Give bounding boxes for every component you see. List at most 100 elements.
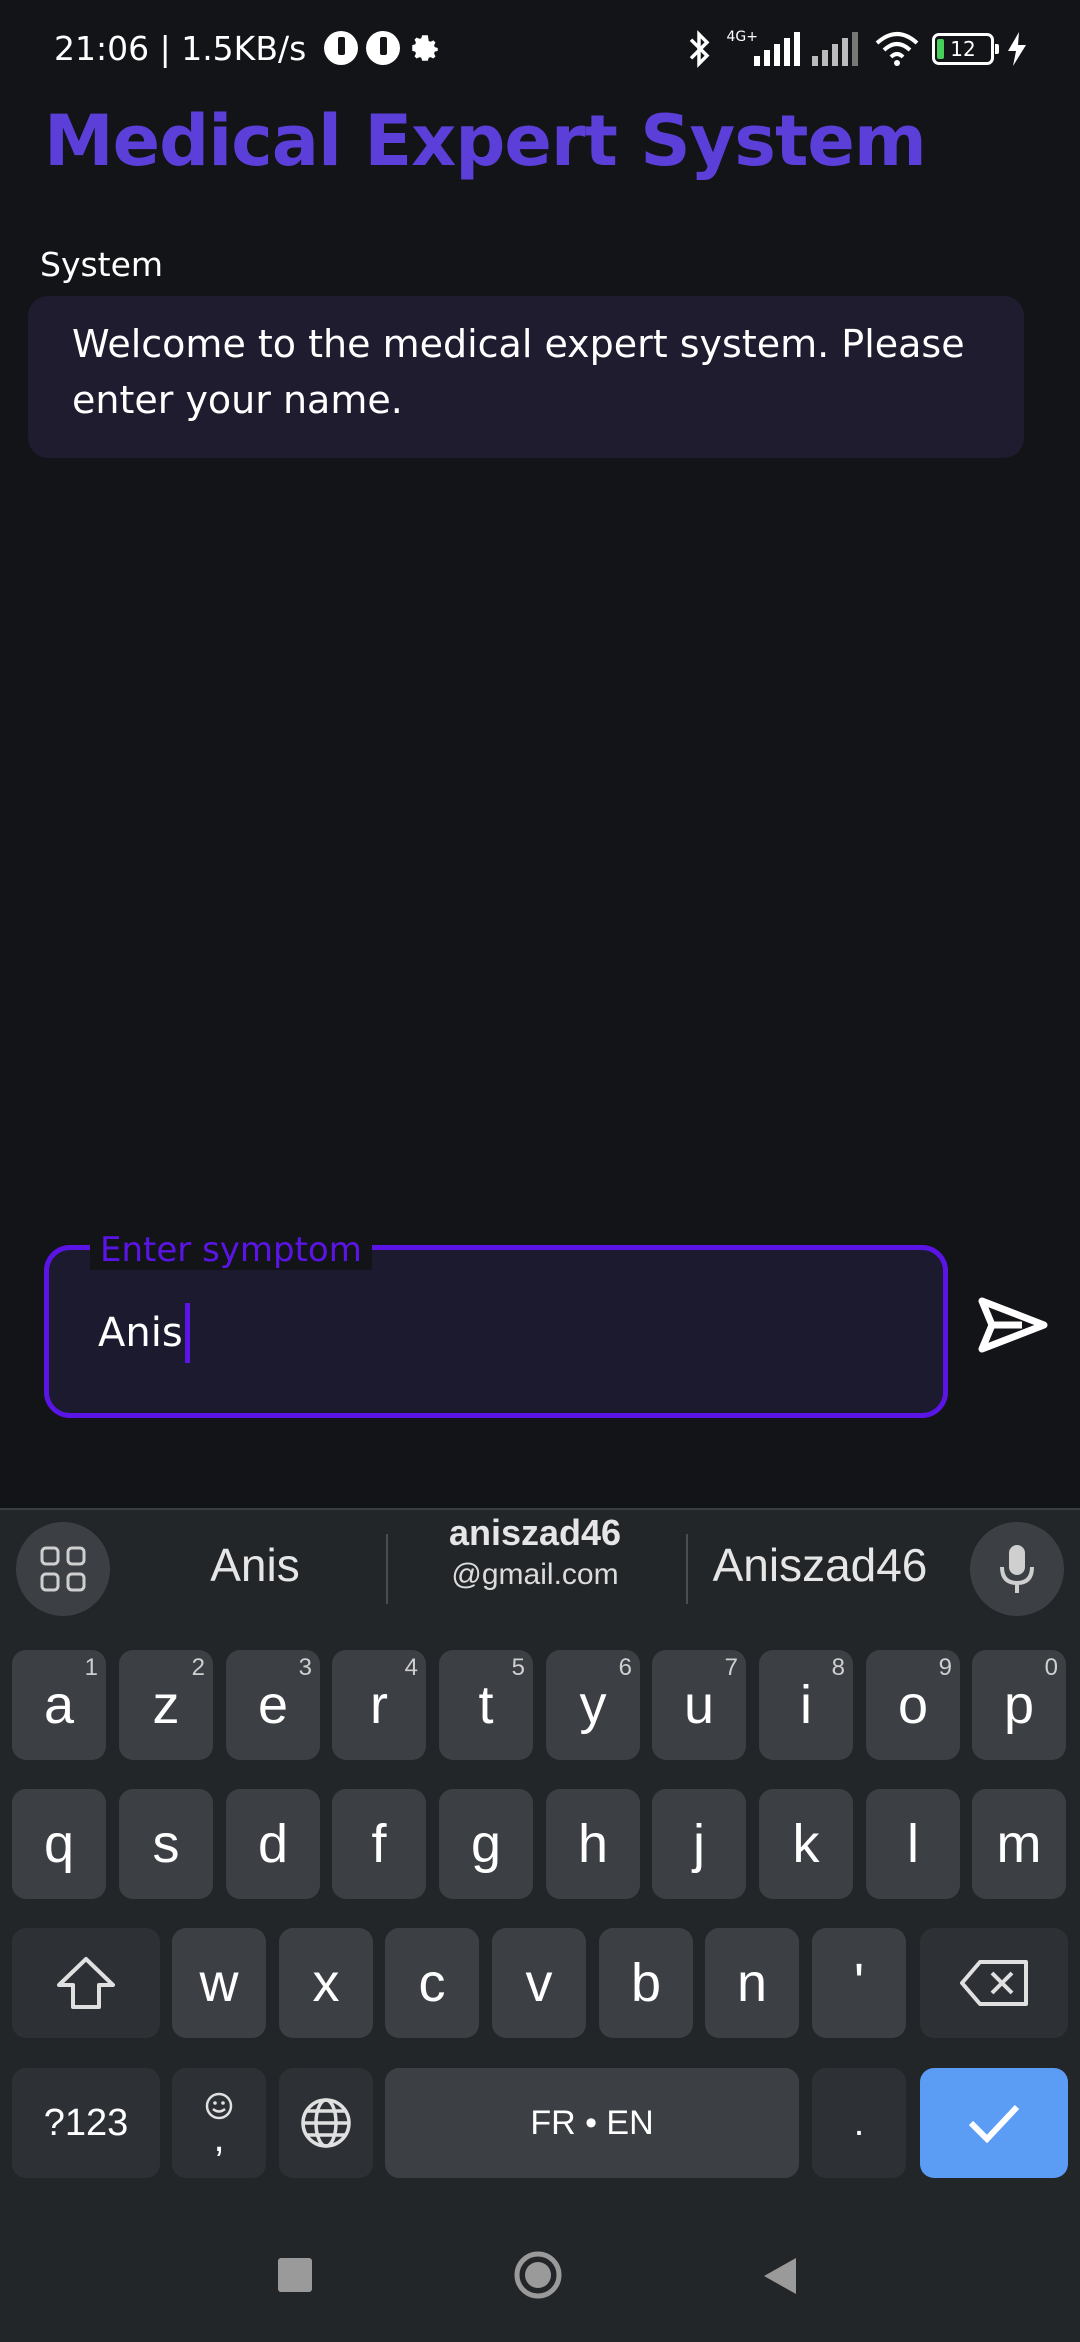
text-caret [184, 1303, 190, 1363]
key-u-label: u [683, 1675, 715, 1735]
key-i-label: i [800, 1675, 812, 1735]
key-j-label: j [693, 1814, 705, 1874]
key-k-label: k [792, 1814, 820, 1874]
signal-strength-icon-2 [812, 32, 858, 66]
key-hint-number: 9 [938, 1654, 952, 1681]
keyboard-apps-button[interactable] [16, 1522, 110, 1616]
key-v[interactable]: v [492, 1928, 586, 2038]
shift-key[interactable] [12, 1928, 160, 2038]
battery-icon: 12 [932, 33, 999, 65]
key-h-label: h [577, 1814, 609, 1874]
emoji-comma-key[interactable]: , [172, 2068, 266, 2178]
key-w[interactable]: w [172, 1928, 266, 2038]
key-l-label: l [907, 1814, 919, 1874]
voice-input-button[interactable] [970, 1522, 1064, 1616]
suggestion-divider [686, 1534, 688, 1604]
settings-gear-icon [412, 35, 439, 61]
suggestion-divider [386, 1534, 388, 1604]
period-key-label: . [853, 2101, 865, 2144]
suggestion-3[interactable]: Aniszad46 [690, 1538, 950, 1592]
charging-bolt-icon [1008, 32, 1026, 66]
message-text: Welcome to the medical expert system. Pl… [72, 322, 965, 422]
key-s[interactable]: s [119, 1789, 213, 1899]
status-right: 4G+ 12 [683, 24, 1029, 74]
key-r[interactable]: r4 [332, 1650, 426, 1760]
key-d-label: d [257, 1814, 289, 1874]
key-n-label: n [736, 1953, 768, 2013]
send-icon [978, 1297, 1048, 1353]
back-button[interactable] [760, 2254, 800, 2298]
comma-label: , [213, 2116, 225, 2160]
app-notification-icon [324, 31, 359, 65]
home-button[interactable] [513, 2250, 563, 2300]
symbols-key-label: ?123 [43, 2101, 129, 2144]
symptom-input-value[interactable]: Anis [98, 1303, 190, 1363]
grid-icon [40, 1546, 86, 1592]
key-j[interactable]: j [652, 1789, 746, 1899]
backspace-key[interactable] [920, 1928, 1068, 2038]
symbols-key[interactable]: ?123 [12, 2068, 160, 2178]
status-left: 21:06 | 1.5KB/s [54, 22, 442, 74]
send-button[interactable] [972, 1288, 1054, 1362]
symptom-input-text: Anis [98, 1310, 183, 1356]
key-e-label: e [257, 1675, 289, 1735]
key-hint-number: 1 [84, 1654, 98, 1681]
key-f[interactable]: f [332, 1789, 426, 1899]
key-y-label: y [579, 1675, 607, 1735]
key-g-label: g [470, 1814, 502, 1874]
symptom-input-label: Enter symptom [90, 1230, 372, 1270]
key-k[interactable]: k [759, 1789, 853, 1899]
suggestion-1[interactable]: Anis [140, 1538, 370, 1592]
key-t[interactable]: t5 [439, 1650, 533, 1760]
signal-strength-icon [754, 32, 800, 66]
key-x-label: x [312, 1953, 340, 2013]
checkmark-icon [968, 2104, 1020, 2143]
key-g[interactable]: g [439, 1789, 533, 1899]
key-n[interactable]: n [705, 1928, 799, 2038]
key-u[interactable]: u7 [652, 1650, 746, 1760]
key-y[interactable]: y6 [546, 1650, 640, 1760]
key-p[interactable]: p0 [972, 1650, 1066, 1760]
key-r-label: r [370, 1675, 388, 1735]
key-b[interactable]: b [599, 1928, 693, 2038]
key-d[interactable]: d [226, 1789, 320, 1899]
key-m[interactable]: m [972, 1789, 1066, 1899]
key-hint-number: 3 [298, 1654, 312, 1681]
suggestion-2[interactable]: aniszad46 @gmail.com [400, 1512, 670, 1596]
space-key-label: FR • EN [530, 2103, 654, 2142]
space-key[interactable]: FR • EN [385, 2068, 799, 2178]
app-notification-icon-2 [366, 31, 401, 65]
key-z-label: z [152, 1675, 180, 1735]
shift-arrow-icon [57, 1957, 115, 2009]
key-q[interactable]: q [12, 1789, 106, 1899]
status-time-speed: 21:06 | 1.5KB/s [54, 28, 307, 68]
key-l[interactable]: l [866, 1789, 960, 1899]
key-hint-number: 8 [831, 1654, 845, 1681]
backspace-icon [960, 1960, 1028, 2006]
app-title: Medical Expert System [44, 100, 927, 182]
key-m-label: m [996, 1814, 1042, 1874]
bluetooth-icon [689, 30, 709, 68]
key-w-label: w [199, 1953, 239, 2013]
battery-level: 12 [950, 37, 976, 61]
key-x[interactable]: x [279, 1928, 373, 2038]
key-f-label: f [371, 1814, 387, 1874]
language-key[interactable] [279, 2068, 373, 2178]
key-s-label: s [152, 1814, 180, 1874]
key-z[interactable]: z2 [119, 1650, 213, 1760]
key-p-label: p [1003, 1675, 1035, 1735]
key-h[interactable]: h [546, 1789, 640, 1899]
message-bubble: Welcome to the medical expert system. Pl… [28, 296, 1024, 458]
key-i[interactable]: i8 [759, 1650, 853, 1760]
key-a-label: a [43, 1675, 75, 1735]
key-apostrophe-label: ' [853, 1953, 865, 2013]
recents-button[interactable] [278, 2258, 312, 2292]
key-hint-number: 6 [618, 1654, 632, 1681]
key-a[interactable]: a1 [12, 1650, 106, 1760]
key-o[interactable]: o9 [866, 1650, 960, 1760]
key-e[interactable]: e3 [226, 1650, 320, 1760]
period-key[interactable]: . [812, 2068, 906, 2178]
enter-key[interactable] [920, 2068, 1068, 2178]
key-apostrophe[interactable]: ' [812, 1928, 906, 2038]
key-c[interactable]: c [385, 1928, 479, 2038]
